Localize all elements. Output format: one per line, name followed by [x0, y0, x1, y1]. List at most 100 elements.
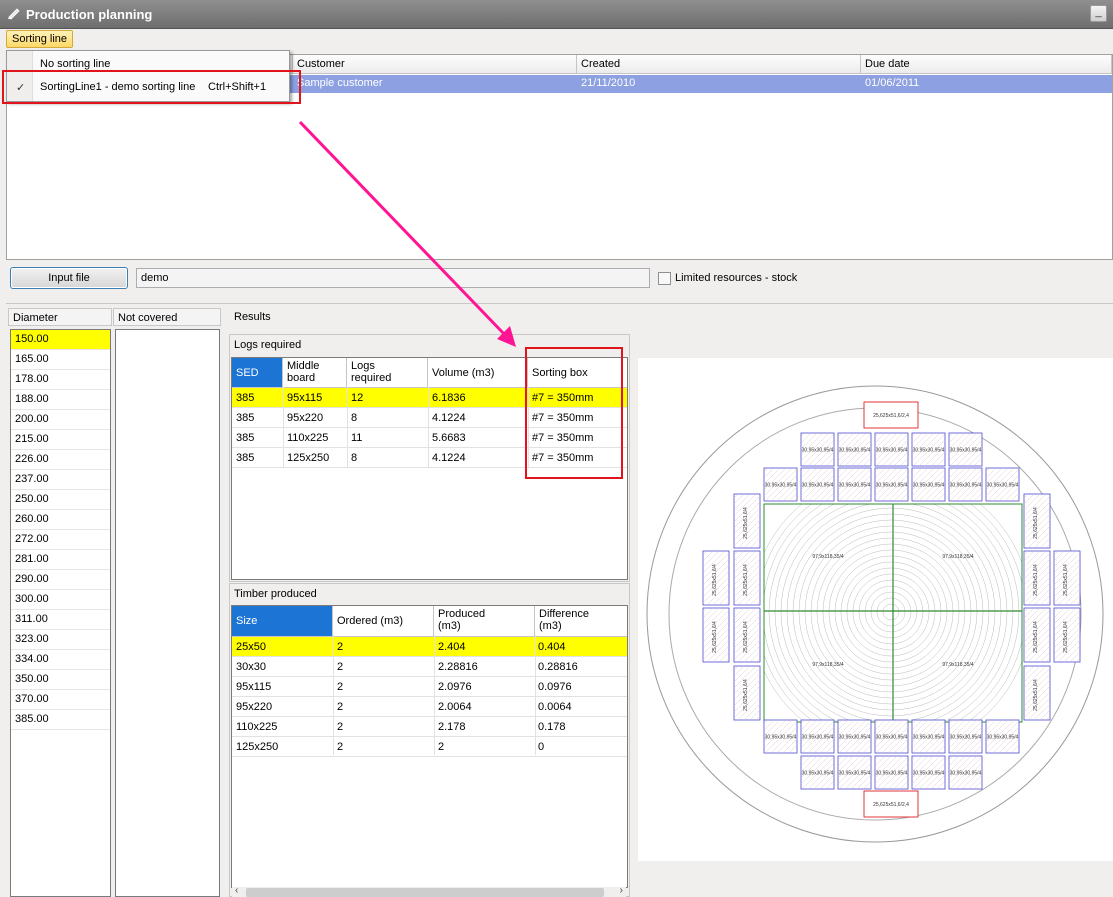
diameter-item[interactable]: 323.00 — [11, 630, 110, 650]
diameter-item[interactable]: 290.00 — [11, 570, 110, 590]
growth-ring — [804, 525, 978, 699]
logs-cell-sed: 385 — [236, 432, 255, 444]
diameter-item[interactable]: 300.00 — [11, 590, 110, 610]
growth-ring — [774, 504, 1008, 722]
diameter-list[interactable]: 150.00 165.00 178.00 188.00 200.00 215.00 226.… — [10, 329, 111, 897]
growth-ring — [768, 504, 1014, 722]
board-bottom-row2-label: 30,95x30,95/4 — [913, 771, 945, 777]
header-difference[interactable]: Difference (m3) — [535, 606, 627, 637]
highlight-box-menu — [2, 70, 301, 104]
diameter-item[interactable]: 188.00 — [11, 390, 110, 410]
timber-hscrollbar[interactable]: ‹ › — [232, 885, 626, 897]
timber-cell-size: 110x225 — [236, 721, 278, 733]
scroll-right-icon[interactable]: › — [620, 885, 623, 896]
center-piece-label: 97,9x118,35/4 — [812, 554, 844, 560]
logs-cell-logs: 11 — [351, 432, 363, 444]
option-label: No sorting line — [40, 58, 111, 70]
diameter-item[interactable]: 272.00 — [11, 530, 110, 550]
board-bottom-row1-label: 30,95x30,95/4 — [876, 735, 908, 741]
scroll-thumb[interactable] — [246, 888, 604, 897]
diameter-item[interactable]: 215.00 — [11, 430, 110, 450]
timber-row[interactable]: 125x250 2 2 0 — [232, 737, 627, 757]
diameter-item[interactable]: 334.00 — [11, 650, 110, 670]
diameter-item[interactable]: 150.00 — [11, 330, 110, 350]
red-board-bottom-label: 25,625x51,6/2,4 — [873, 802, 909, 808]
header-sed[interactable]: SED — [232, 358, 283, 388]
timber-row[interactable]: 25x50 2 2.404 0.404 — [232, 637, 627, 657]
timber-row[interactable]: 95x115 2 2.0976 0.0976 — [232, 677, 627, 697]
timber-row[interactable]: 110x225 2 2.178 0.178 — [232, 717, 627, 737]
orders-header-customer[interactable]: Customer — [293, 55, 577, 74]
center-piece-label: 97,9x118,35/4 — [942, 554, 974, 560]
growth-ring — [840, 561, 942, 663]
diameter-item[interactable]: 200.00 — [11, 410, 110, 430]
timber-cell-produced: 2.28816 — [438, 661, 478, 673]
diameter-item[interactable]: 311.00 — [11, 610, 110, 630]
diameter-item[interactable]: 385.00 — [11, 710, 110, 730]
board-bottom-row1-label: 30,95x30,95/4 — [802, 735, 834, 741]
growth-ring — [798, 519, 984, 705]
board-top-row2-label: 30,95x30,95/4 — [950, 483, 982, 489]
board-side-left-inner-label: 25,625x51,6/4 — [743, 679, 749, 711]
orders-header-due-date[interactable]: Due date — [861, 55, 1112, 74]
board-side-right-outer-label: 25,625x51,6/4 — [1063, 621, 1069, 653]
not-covered-list[interactable] — [115, 329, 220, 897]
header-logs-required[interactable]: Logs required — [347, 358, 428, 388]
orders-header-created[interactable]: Created — [577, 55, 861, 74]
logs-cell-logs: 12 — [351, 392, 364, 404]
header-ordered[interactable]: Ordered (m3) — [333, 606, 434, 637]
diameter-item[interactable]: 260.00 — [11, 510, 110, 530]
scroll-left-icon[interactable]: ‹ — [235, 885, 238, 896]
input-file-button[interactable]: Input file — [10, 267, 128, 289]
timber-cell-ordered: 2 — [337, 661, 344, 673]
diameter-item[interactable]: 370.00 — [11, 690, 110, 710]
board-bottom-row1-label: 30,95x30,95/4 — [913, 735, 945, 741]
header-produced[interactable]: Produced (m3) — [434, 606, 535, 637]
minimize-button[interactable]: _ — [1090, 5, 1107, 22]
diameter-item[interactable]: 178.00 — [11, 370, 110, 390]
logs-cell-logs: 8 — [351, 412, 358, 424]
timber-cell-difference: 0.28816 — [538, 661, 578, 673]
highlight-box-sorting — [525, 347, 623, 479]
orders-cell-created: 21/11/2010 — [581, 77, 636, 89]
header-size[interactable]: Size — [232, 606, 333, 637]
timber-cell-ordered: 2 — [337, 681, 344, 693]
diameter-item[interactable]: 237.00 — [11, 470, 110, 490]
timber-cell-ordered: 2 — [337, 701, 344, 713]
timber-cell-difference: 0 — [538, 741, 545, 753]
board-top-row1-label: 30,95x30,95/4 — [876, 448, 908, 454]
timber-cell-size: 30x30 — [236, 661, 266, 673]
timber-cell-produced: 2.0064 — [438, 701, 472, 713]
diameter-item[interactable]: 226.00 — [11, 450, 110, 470]
diameter-item[interactable]: 281.00 — [11, 550, 110, 570]
growth-ring — [764, 504, 1020, 722]
board-bottom-row1-label: 30,95x30,95/4 — [765, 735, 797, 741]
logs-cell-sed: 385 — [236, 452, 255, 464]
timber-cell-difference: 0.178 — [538, 721, 566, 733]
diameter-item[interactable]: 250.00 — [11, 490, 110, 510]
logs-cell-sed: 385 — [236, 412, 255, 424]
not-covered-title: Not covered — [113, 308, 221, 326]
diameter-item[interactable]: 350.00 — [11, 670, 110, 690]
board-bottom-row2-label: 30,95x30,95/4 — [802, 771, 834, 777]
board-top-row2-label: 30,95x30,95/4 — [876, 483, 908, 489]
timber-row[interactable]: 30x30 2 2.28816 0.28816 — [232, 657, 627, 677]
timber-row[interactable]: 95x220 2 2.0064 0.0064 — [232, 697, 627, 717]
diameter-item[interactable]: 165.00 — [11, 350, 110, 370]
file-name-field[interactable]: demo — [136, 268, 650, 288]
header-volume[interactable]: Volume (m3) — [428, 358, 528, 388]
logs-cell-middle-board: 110x225 — [287, 432, 329, 444]
menu-sorting-line[interactable]: Sorting line — [6, 30, 74, 48]
grid-divider — [333, 635, 334, 755]
growth-ring — [828, 549, 954, 675]
center-piece-label: 97,9x118,35/4 — [812, 662, 844, 668]
board-bottom-row2-label: 30,95x30,95/4 — [876, 771, 908, 777]
header-middle-board[interactable]: Middle board — [283, 358, 347, 388]
board-top-row1-label: 30,95x30,95/4 — [839, 448, 871, 454]
board-bottom-row2-label: 30,95x30,95/4 — [839, 771, 871, 777]
logs-cell-middle-board: 125x250 — [287, 452, 330, 464]
logs-cell-volume: 4.1224 — [432, 412, 466, 424]
window-title: Production planning — [26, 7, 153, 22]
limited-resources-checkbox[interactable] — [658, 272, 671, 285]
grid-divider — [434, 635, 435, 755]
